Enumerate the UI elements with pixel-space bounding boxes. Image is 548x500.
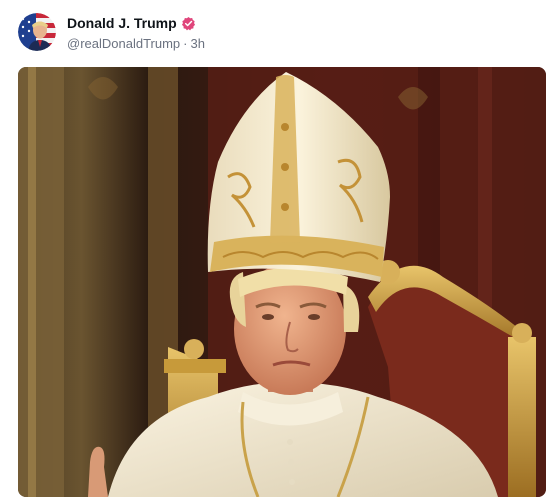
author-avatar[interactable] (18, 13, 56, 51)
post-timestamp[interactable]: 3h (191, 36, 205, 51)
american-flag-avatar-icon (18, 13, 56, 51)
post-image[interactable] (18, 67, 546, 497)
author-name-row: Donald J. Trump (67, 13, 205, 33)
author-sub-row: @realDonaldTrump · 3h (67, 36, 205, 51)
meta-separator: · (183, 36, 188, 51)
post-card: Donald J. Trump @realDonaldTrump · 3h (0, 0, 548, 500)
author-handle[interactable]: @realDonaldTrump (67, 36, 180, 51)
author-display-name[interactable]: Donald J. Trump (67, 15, 177, 31)
pope-portrait-image-icon (18, 67, 546, 497)
post-header: Donald J. Trump @realDonaldTrump · 3h (18, 10, 205, 54)
author-meta: Donald J. Trump @realDonaldTrump · 3h (67, 13, 205, 51)
verified-badge-icon (181, 16, 196, 31)
